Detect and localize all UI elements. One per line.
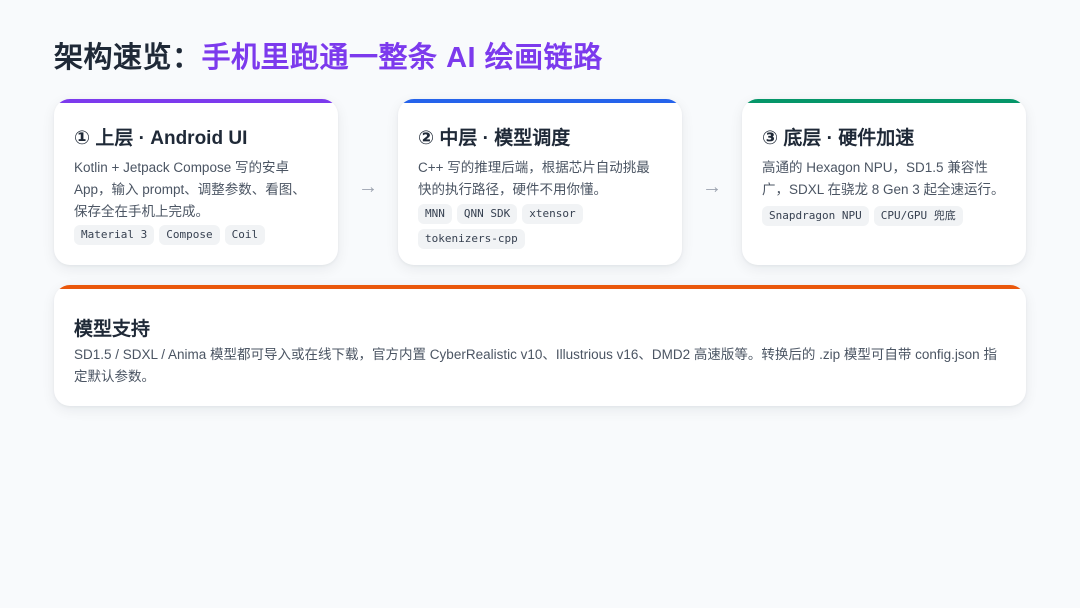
tag: Coil (224, 225, 266, 245)
layer-card-scheduler: ② 中层 · 模型调度 C++ 写的推理后端，根据芯片自动挑最快的执行路径，硬件… (398, 99, 682, 265)
card-description: 高通的 Hexagon NPU，SD1.5 兼容性广，SDXL 在骁龙 8 Ge… (762, 160, 1005, 197)
card-accent-bar (54, 285, 1026, 289)
tag: CPU/GPU 兜底 (873, 206, 963, 226)
tag-list: Material 3 Compose Coil (74, 225, 324, 245)
tag: Snapdragon NPU (762, 206, 869, 226)
page-title-highlight: 手机里跑通一整条 AI 绘画链路 (201, 42, 603, 74)
card-title: ① 上层 · Android UI (74, 128, 248, 149)
card-description: C++ 写的推理后端，根据芯片自动挑最快的执行路径，硬件不用你懂。 (418, 160, 650, 197)
card-description: SD1.5 / SDXL / Anima 模型都可导入或在线下载，官方内置 Cy… (74, 347, 997, 384)
tag-list: MNN QNN SDK xtensor tokenizers-cpp (418, 204, 668, 249)
page-title-prefix: 架构速览： (54, 42, 202, 74)
card-accent-bar (742, 99, 1026, 103)
layer-card-hardware: ③ 底层 · 硬件加速 高通的 Hexagon NPU，SD1.5 兼容性广，S… (742, 99, 1026, 265)
model-support-card: 模型支持 SD1.5 / SDXL / Anima 模型都可导入或在线下载，官方… (54, 285, 1026, 406)
card-accent-bar (54, 99, 338, 103)
tag: MNN (418, 204, 452, 224)
card-description: Kotlin + Jetpack Compose 写的安卓 App，输入 pro… (74, 160, 306, 219)
arrow-right-icon: → (702, 176, 722, 198)
tag: xtensor (522, 204, 583, 224)
tag-list: Snapdragon NPU CPU/GPU 兜底 (762, 206, 1012, 226)
page-title: 架构速览：手机里跑通一整条 AI 绘画链路 (54, 38, 603, 78)
card-title: ③ 底层 · 硬件加速 (762, 128, 915, 149)
arrow-right-icon: → (358, 176, 378, 198)
layer-card-ui: ① 上层 · Android UI Kotlin + Jetpack Compo… (54, 99, 338, 265)
tag: QNN SDK (456, 204, 518, 224)
tag: Material 3 (74, 225, 155, 245)
tag: Compose (159, 225, 220, 245)
card-title: ② 中层 · 模型调度 (418, 128, 571, 149)
card-accent-bar (398, 99, 682, 103)
tag: tokenizers-cpp (418, 229, 525, 249)
card-title: 模型支持 (74, 319, 151, 340)
